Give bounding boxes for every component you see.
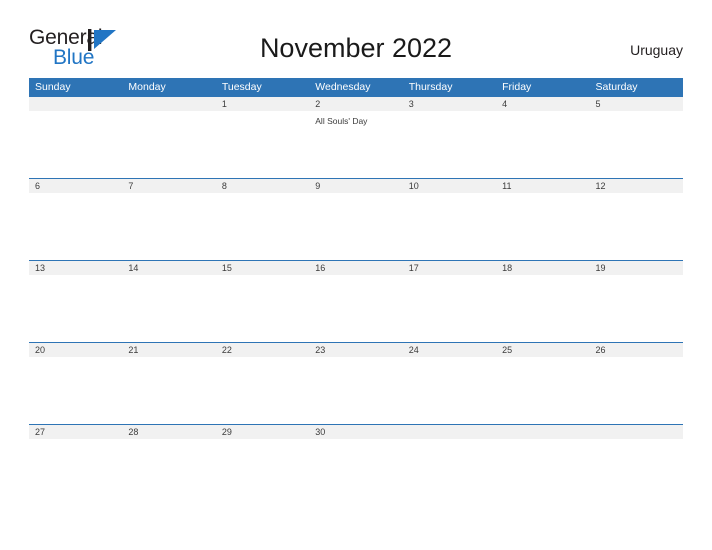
- day-number[interactable]: 16: [309, 261, 402, 275]
- day-cell[interactable]: [216, 111, 309, 178]
- day-event-text: All Souls' Day: [315, 116, 368, 126]
- day-number[interactable]: 3: [403, 97, 496, 111]
- day-cell[interactable]: [496, 439, 589, 506]
- week-day-number-band: 6 7 8 9 10 11 12: [29, 179, 683, 193]
- day-number[interactable]: 29: [216, 425, 309, 439]
- day-cell[interactable]: [29, 439, 122, 506]
- day-number[interactable]: [29, 97, 122, 111]
- week-day-number-band: 20 21 22 23 24 25 26: [29, 343, 683, 357]
- week-day-number-band: 13 14 15 16 17 18 19: [29, 261, 683, 275]
- day-number[interactable]: [122, 97, 215, 111]
- week-day-number-band: 1 2 3 4 5: [29, 97, 683, 111]
- day-number[interactable]: 30: [309, 425, 402, 439]
- day-cell[interactable]: [216, 439, 309, 506]
- day-cell[interactable]: All Souls' Day: [309, 111, 402, 178]
- day-number[interactable]: 15: [216, 261, 309, 275]
- page-title: November 2022: [259, 33, 453, 63]
- day-number[interactable]: [590, 425, 683, 439]
- weekday-header-saturday: Saturday: [595, 81, 638, 93]
- day-number[interactable]: 2: [309, 97, 402, 111]
- day-number[interactable]: 23: [309, 343, 402, 357]
- week-day-number-band: 27 28 29 30: [29, 425, 683, 439]
- calendar-week-row: 1 2 3 4 5 All Souls' Day: [29, 97, 683, 178]
- day-cell[interactable]: [403, 357, 496, 424]
- day-cell[interactable]: [122, 111, 215, 178]
- weekday-header-thursday: Thursday: [408, 81, 453, 93]
- weekday-header-monday: Monday: [128, 81, 166, 93]
- day-cell[interactable]: [590, 275, 683, 342]
- day-cell[interactable]: [309, 275, 402, 342]
- day-cell[interactable]: [29, 193, 122, 260]
- day-cell[interactable]: [496, 111, 589, 178]
- day-cell[interactable]: [309, 193, 402, 260]
- day-number[interactable]: 10: [403, 179, 496, 193]
- day-cell[interactable]: [590, 439, 683, 506]
- calendar-week-row: 20 21 22 23 24 25 26: [29, 342, 683, 424]
- day-number[interactable]: 11: [496, 179, 589, 193]
- region-label: Uruguay: [630, 42, 683, 58]
- day-cell[interactable]: [496, 193, 589, 260]
- day-number[interactable]: 24: [403, 343, 496, 357]
- day-number[interactable]: 7: [122, 179, 215, 193]
- day-number[interactable]: 5: [590, 97, 683, 111]
- day-cell[interactable]: [403, 111, 496, 178]
- day-number[interactable]: 17: [403, 261, 496, 275]
- day-number[interactable]: 28: [122, 425, 215, 439]
- day-number[interactable]: 22: [216, 343, 309, 357]
- day-cell[interactable]: [122, 275, 215, 342]
- day-cell[interactable]: [122, 193, 215, 260]
- week-event-band: [29, 193, 683, 260]
- day-cell[interactable]: [309, 357, 402, 424]
- day-cell[interactable]: [403, 439, 496, 506]
- day-number[interactable]: [403, 425, 496, 439]
- day-cell[interactable]: [496, 357, 589, 424]
- day-cell[interactable]: [496, 275, 589, 342]
- day-cell[interactable]: [122, 357, 215, 424]
- day-cell[interactable]: [590, 111, 683, 178]
- day-cell[interactable]: [590, 357, 683, 424]
- day-cell[interactable]: [590, 193, 683, 260]
- week-event-band: [29, 439, 683, 506]
- day-cell[interactable]: [29, 357, 122, 424]
- day-number[interactable]: 9: [309, 179, 402, 193]
- day-number[interactable]: 27: [29, 425, 122, 439]
- day-number[interactable]: 13: [29, 261, 122, 275]
- day-cell[interactable]: [309, 439, 402, 506]
- day-number[interactable]: 14: [122, 261, 215, 275]
- weekday-header-row: Sunday Monday Tuesday Wednesday Thursday…: [29, 78, 683, 97]
- day-number[interactable]: 18: [496, 261, 589, 275]
- day-number[interactable]: [496, 425, 589, 439]
- day-number[interactable]: 8: [216, 179, 309, 193]
- weekday-header-friday: Friday: [502, 81, 532, 93]
- weekday-header-tuesday: Tuesday: [221, 81, 262, 93]
- day-cell[interactable]: [216, 275, 309, 342]
- day-number[interactable]: 6: [29, 179, 122, 193]
- day-number[interactable]: 19: [590, 261, 683, 275]
- day-number[interactable]: 25: [496, 343, 589, 357]
- day-cell[interactable]: [122, 439, 215, 506]
- weekday-header-sunday: Sunday: [35, 81, 71, 93]
- page-header: General Blue November 2022 Uruguay: [0, 0, 712, 69]
- day-cell[interactable]: [29, 275, 122, 342]
- day-number[interactable]: 1: [216, 97, 309, 111]
- day-cell[interactable]: [216, 193, 309, 260]
- day-cell[interactable]: [403, 275, 496, 342]
- day-cell[interactable]: [403, 193, 496, 260]
- calendar-week-row: 27 28 29 30: [29, 424, 683, 506]
- calendar-week-row: 13 14 15 16 17 18 19: [29, 260, 683, 342]
- day-cell[interactable]: [29, 111, 122, 178]
- day-number[interactable]: 26: [590, 343, 683, 357]
- calendar-grid: Sunday Monday Tuesday Wednesday Thursday…: [29, 78, 683, 506]
- weekday-header-wednesday: Wednesday: [315, 81, 371, 93]
- day-cell[interactable]: [216, 357, 309, 424]
- day-number[interactable]: 4: [496, 97, 589, 111]
- day-number[interactable]: 20: [29, 343, 122, 357]
- week-event-band: [29, 357, 683, 424]
- week-event-band: [29, 275, 683, 342]
- calendar-week-row: 6 7 8 9 10 11 12: [29, 178, 683, 260]
- week-event-band: All Souls' Day: [29, 111, 683, 178]
- day-number[interactable]: 21: [122, 343, 215, 357]
- day-number[interactable]: 12: [590, 179, 683, 193]
